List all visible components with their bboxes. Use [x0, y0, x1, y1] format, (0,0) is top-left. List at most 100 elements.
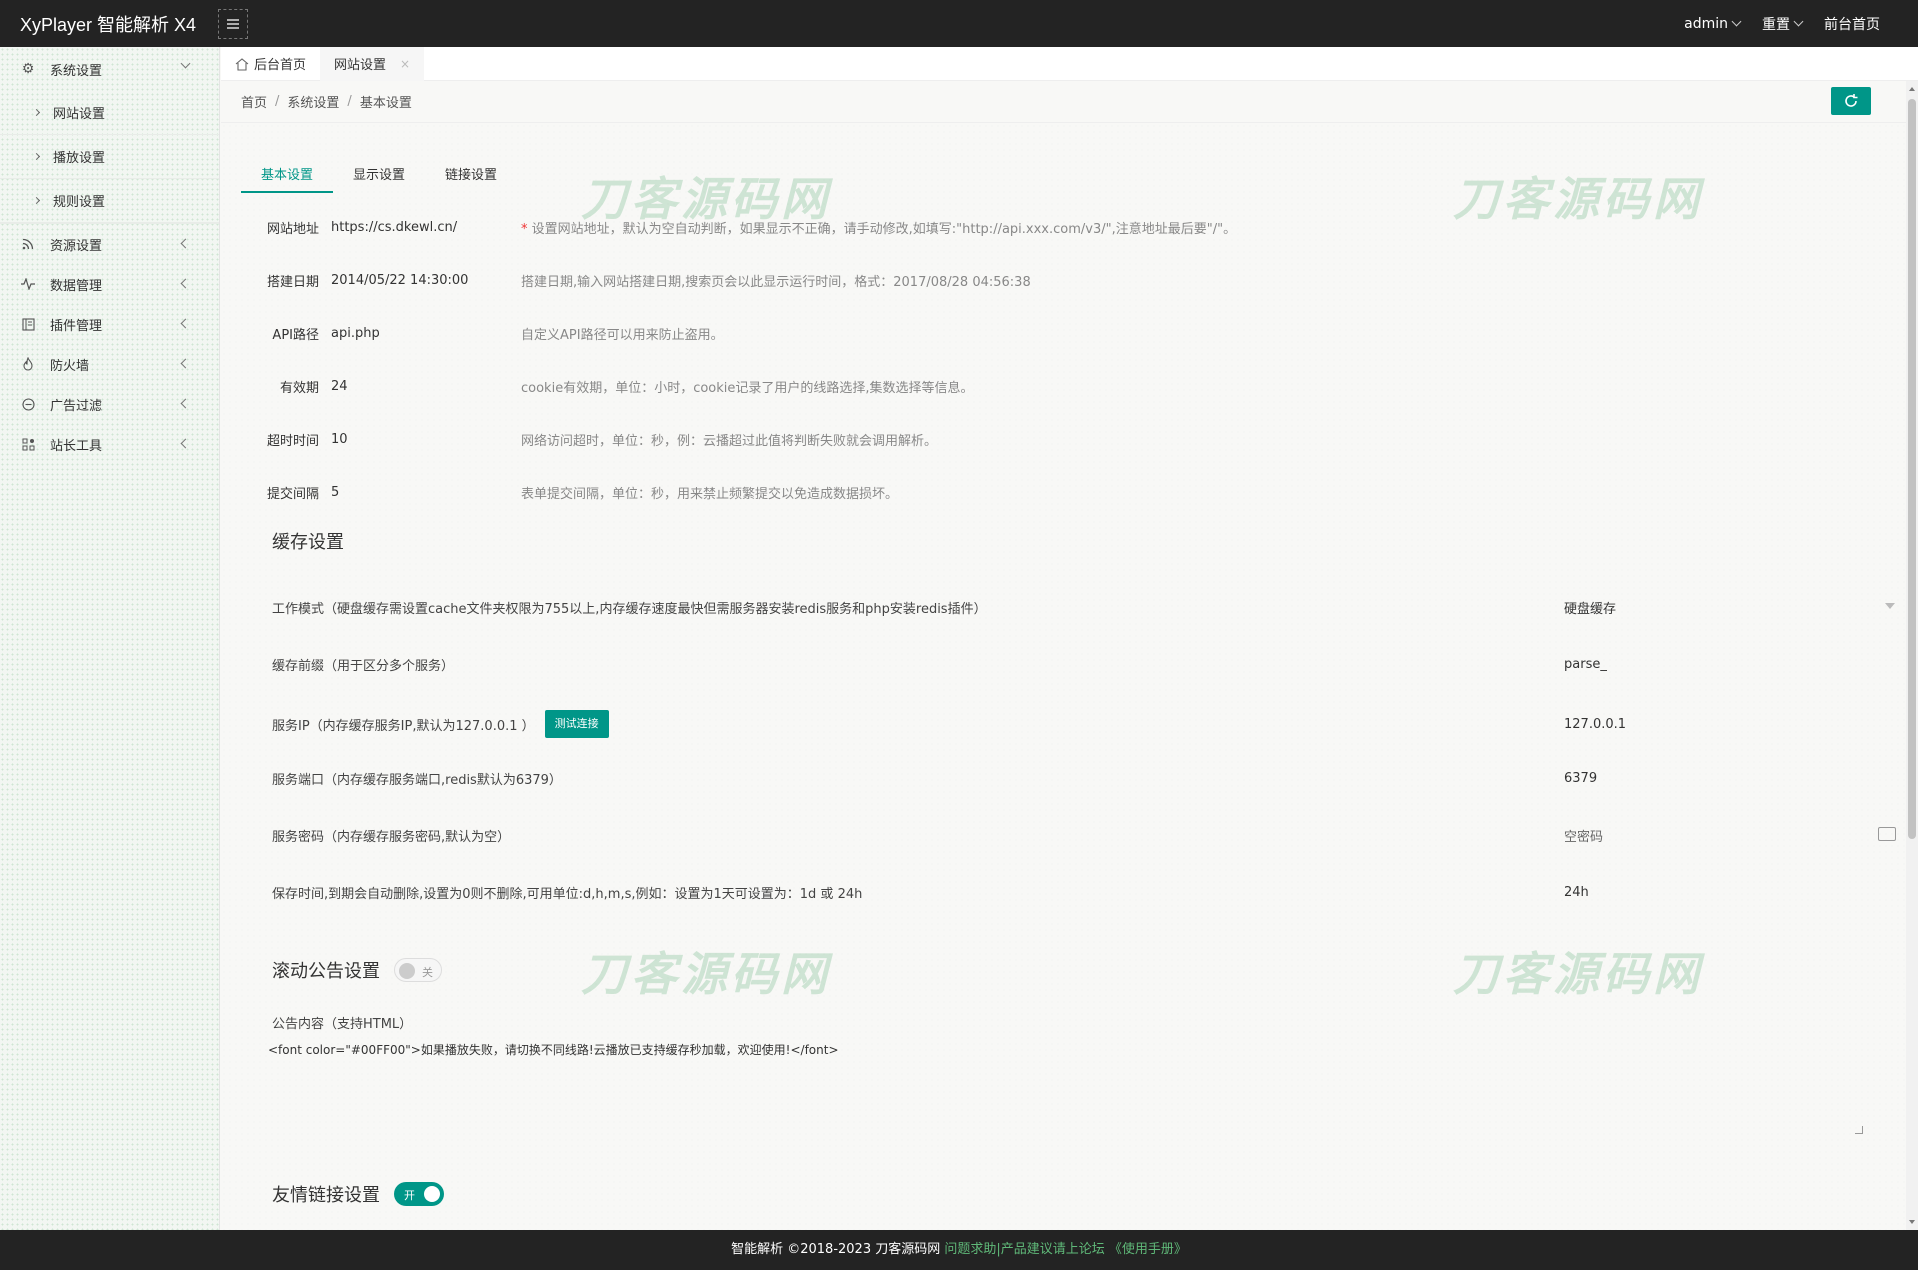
sidebar-item-tools[interactable]: 站长工具 — [0, 424, 219, 464]
cache-ip-input[interactable]: 127.0.0.1 — [1564, 717, 1626, 732]
cache-mode-label: 工作模式（硬盘缓存需设置cache文件夹权限为755以上,内存缓存速度最快但需服… — [272, 601, 987, 617]
notice-content-textarea[interactable]: <font color="#00FF00">如果播放失败，请切换不同线路!云播放… — [268, 1035, 1888, 1135]
main-content: 刀客源码网 刀客源码网 刀客源码网 刀客源码网 基本设置 显示设置 链接设置 网… — [221, 123, 1906, 1230]
sidebar-subitem-label: 规则设置 — [53, 195, 106, 210]
notice-toggle[interactable]: 关 — [394, 958, 442, 982]
tab-display[interactable]: 显示设置 — [333, 159, 425, 193]
scrollbar[interactable] — [1906, 81, 1918, 1230]
breadcrumb-level2[interactable]: 系统设置 — [287, 92, 339, 111]
sidebar-item-label: 站长工具 — [50, 438, 103, 454]
toggle-knob — [424, 1186, 440, 1202]
field-tip: * 设置网站地址，默认为空自动判断，如果显示不正确，请手动修改,如填写:"htt… — [521, 218, 1236, 237]
field-label: 有效期 — [279, 380, 319, 396]
app-title: XyPlayer 智能解析 X4 — [20, 14, 197, 35]
field-label: 超时时间 — [266, 433, 319, 449]
chevron-down-icon — [180, 58, 191, 69]
tab-links[interactable]: 链接设置 — [425, 159, 517, 193]
field-tip-text: 设置网站地址，默认为空自动判断，如果显示不正确，请手动修改,如填写:"http:… — [527, 221, 1237, 237]
cache-time-input[interactable]: 24h — [1564, 885, 1589, 900]
scrollbar-thumb[interactable] — [1908, 99, 1916, 839]
sidebar-group-system: ⚙ 系统设置 网站设置 播放设置 规则设置 — [0, 47, 219, 224]
gear-icon: ⚙ — [21, 61, 35, 77]
breadcrumb: 首页 / 系统设置 / 基本设置 — [221, 81, 1906, 123]
timeout-input[interactable]: 10 — [331, 432, 521, 447]
field-submit-interval: 提交间隔 5 表单提交间隔，单位：秒，用来禁止频繁提交以免造成数据损坏。 — [241, 482, 898, 502]
test-connection-button[interactable]: 测试连接 — [544, 710, 609, 738]
field-label: 提交间隔 — [266, 486, 319, 502]
close-icon[interactable]: × — [400, 57, 410, 71]
sidebar-item-label: 插件管理 — [50, 318, 103, 334]
sidebar-item-label: 防火墙 — [50, 358, 90, 374]
notice-section: 滚动公告设置 关 — [272, 957, 442, 983]
sidebar-item-label: 资源设置 — [50, 238, 103, 254]
apps-icon — [20, 436, 36, 452]
submit-interval-input[interactable]: 5 — [331, 485, 521, 500]
notice-section-title: 滚动公告设置 — [272, 961, 380, 982]
menu-toggle-icon[interactable] — [218, 8, 248, 39]
settings-tabs: 基本设置 显示设置 链接设置 — [241, 159, 517, 193]
cache-prefix-input[interactable]: parse_ — [1564, 657, 1607, 672]
resize-handle-icon[interactable] — [1855, 1126, 1863, 1134]
sidebar-subitem-play[interactable]: 播放设置 — [0, 135, 219, 179]
reset-menu[interactable]: 重置 — [1762, 14, 1804, 34]
cache-password-input[interactable]: 空密码 — [1564, 826, 1603, 845]
sidebar-item-resource[interactable]: 资源设置 — [0, 224, 219, 264]
notice-content-label: 公告内容（支持HTML） — [272, 1017, 413, 1032]
links-section-title: 友情链接设置 — [272, 1185, 380, 1206]
cache-prefix-label: 缓存前缀（用于区分多个服务） — [272, 658, 455, 674]
tab-site-settings[interactable]: 网站设置 × — [320, 46, 425, 81]
watermark: 刀客源码网 — [1453, 172, 1703, 226]
front-page-link[interactable]: 前台首页 — [1824, 14, 1880, 34]
footer-forum-link[interactable]: 问题求助|产品建议请上论坛 《使用手册》 — [940, 1242, 1187, 1257]
user-menu[interactable]: admin — [1684, 16, 1742, 32]
scroll-up-icon[interactable] — [1909, 87, 1915, 91]
refresh-button[interactable] — [1831, 87, 1871, 115]
sidebar-item-plugins[interactable]: 插件管理 — [0, 304, 219, 344]
top-header: XyPlayer 智能解析 X4 admin 重置 前台首页 — [0, 0, 1918, 47]
field-api-path: API路径 api.php 自定义API路径可以用来防止盗用。 — [241, 323, 723, 343]
build-date-input[interactable]: 2014/05/22 14:30:00 — [331, 273, 521, 288]
validity-input[interactable]: 24 — [331, 379, 521, 394]
breadcrumb-current: 基本设置 — [359, 96, 412, 111]
links-toggle[interactable]: 开 — [394, 1182, 444, 1206]
sidebar-item-adfilter[interactable]: 广告过滤 — [0, 384, 219, 424]
tab-admin-home[interactable]: 后台首页 — [221, 47, 320, 81]
field-timeout: 超时时间 10 网络访问超时，单位：秒，例：云播超过此值将判断失败就会调用解析。 — [241, 429, 937, 449]
tab-basic[interactable]: 基本设置 — [241, 159, 334, 193]
field-tip: 网络访问超时，单位：秒，例：云播超过此值将判断失败就会调用解析。 — [521, 433, 938, 449]
field-label: 网站地址 — [266, 221, 319, 237]
scroll-down-icon[interactable] — [1909, 1220, 1915, 1224]
toggle-text: 开 — [404, 1189, 415, 1202]
toggle-knob — [399, 963, 415, 979]
cache-port-row: 服务端口（内存缓存服务端口,redis默认为6379） 6379 — [272, 766, 1892, 790]
sidebar-subitem-site[interactable]: 网站设置 — [0, 91, 219, 135]
keyboard-icon[interactable] — [1878, 827, 1896, 841]
cache-ip-label: 服务IP（内存缓存服务IP,默认为127.0.0.1 ） — [272, 718, 535, 734]
tab-label: 后台首页 — [254, 58, 307, 73]
toggle-text: 关 — [422, 966, 433, 979]
reset-label: 重置 — [1762, 16, 1790, 33]
site-url-input[interactable]: https://cs.dkewl.cn/ — [331, 220, 521, 235]
sidebar-subitem-label: 播放设置 — [53, 151, 106, 166]
field-label: API路径 — [272, 327, 319, 343]
sidebar-item-data[interactable]: 数据管理 — [0, 264, 219, 304]
sidebar-subitem-rules[interactable]: 规则设置 — [0, 179, 219, 223]
sidebar-item-system[interactable]: ⚙ 系统设置 — [0, 47, 219, 91]
chevron-right-icon — [32, 152, 41, 161]
dropdown-arrow-icon[interactable] — [1885, 603, 1895, 609]
watermark: 刀客源码网 — [581, 947, 831, 1001]
sidebar-item-firewall[interactable]: 防火墙 — [0, 344, 219, 384]
sidebar-subitem-label: 网站设置 — [53, 107, 106, 122]
cache-password-row: 服务密码（内存缓存服务密码,默认为空） 空密码 — [272, 823, 1896, 847]
cache-mode-select[interactable]: 硬盘缓存 — [1564, 598, 1616, 617]
cache-password-label: 服务密码（内存缓存服务密码,默认为空） — [272, 829, 511, 845]
breadcrumb-home[interactable]: 首页 — [241, 92, 267, 111]
cache-port-input[interactable]: 6379 — [1564, 771, 1597, 786]
api-path-input[interactable]: api.php — [331, 326, 521, 341]
cache-time-label: 保存时间,到期会自动删除,设置为0则不删除,可用单位:d,h,m,s,例如：设置… — [272, 886, 863, 902]
chevron-down-icon — [1731, 16, 1742, 27]
cache-section-title: 缓存设置 — [272, 532, 344, 553]
field-validity: 有效期 24 cookie有效期，单位：小时，cookie记录了用户的线路选择,… — [241, 376, 974, 396]
field-tip: 表单提交间隔，单位：秒，用来禁止频繁提交以免造成数据损坏。 — [521, 486, 899, 502]
sidebar-item-label: 广告过滤 — [50, 398, 103, 414]
